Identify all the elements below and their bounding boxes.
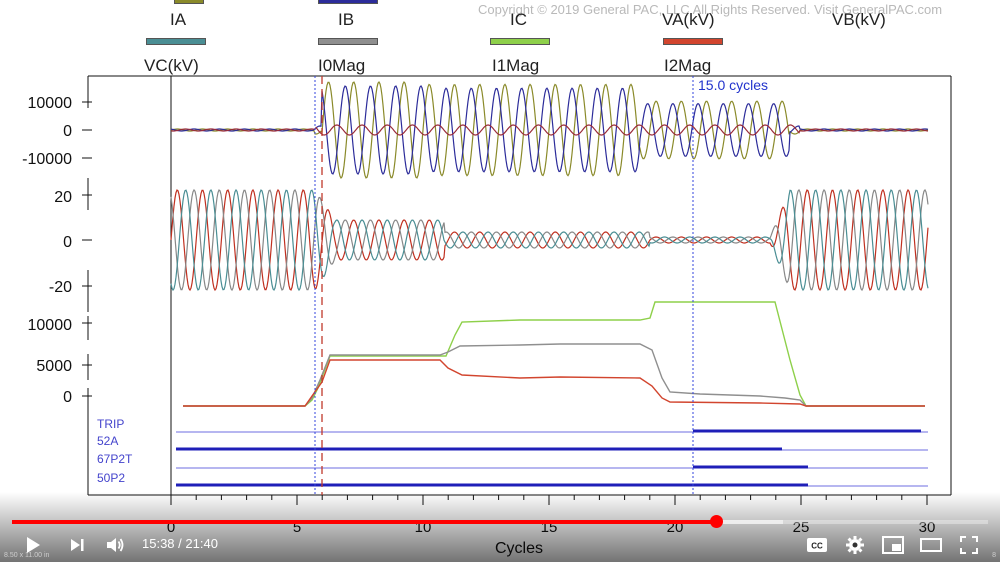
oscillography-plot: 10000 0 -10000 20 0 -20 10000 5000 0 15.…	[22, 75, 952, 557]
digital-label-52a: 52A	[97, 434, 118, 448]
miniplayer-button[interactable]	[880, 532, 906, 558]
digital-label-50p2: 50P2	[97, 471, 125, 485]
y-tick-sequence-zero: 0	[63, 389, 72, 406]
y-tick-currents-bottom: -10000	[22, 151, 72, 168]
volume-button[interactable]	[102, 532, 128, 558]
skip-next-icon	[71, 539, 84, 551]
progress-bar[interactable]	[12, 515, 988, 528]
x-axis-label: Cycles	[495, 540, 543, 557]
video-frame[interactable]: Copyright © 2019 General PAC, LLC All Ri…	[0, 0, 1000, 562]
digital-label-trip: TRIP	[97, 417, 124, 431]
settings-button[interactable]	[842, 532, 868, 558]
current-time: 15:38	[142, 536, 175, 551]
y-tick-currents-zero: 0	[63, 123, 72, 140]
theater-mode-icon	[920, 538, 942, 552]
duration: 21:40	[185, 536, 218, 551]
theater-mode-button[interactable]	[918, 532, 944, 558]
captions-button[interactable]: CC	[804, 532, 830, 558]
cursor-cycles-label: 15.0 cycles	[698, 77, 768, 93]
y-tick-voltages-top: 20	[54, 189, 72, 206]
y-tick-currents-top: 10000	[28, 95, 73, 112]
next-button[interactable]	[64, 532, 90, 558]
y-tick-sequence-top: 10000	[28, 317, 73, 334]
waveform-i2mag	[183, 359, 925, 407]
y-tick-voltages-zero: 0	[63, 234, 72, 251]
gear-icon	[846, 536, 864, 554]
page-size-caption: 8.50 x 11.00 in	[4, 552, 50, 559]
y-tick-sequence-mid: 5000	[36, 358, 72, 375]
volume-icon	[107, 538, 124, 552]
miniplayer-icon	[882, 536, 904, 554]
time-display: 15:38 / 21:40	[142, 536, 218, 551]
progress-played	[12, 520, 717, 524]
digital-label-67p2t: 67P2T	[97, 452, 133, 466]
fullscreen-button[interactable]	[956, 532, 982, 558]
closed-captions-icon: CC	[807, 538, 827, 552]
waveform-i0mag	[183, 343, 925, 407]
page-number-caption: 8	[992, 552, 996, 559]
svg-text:CC: CC	[811, 542, 823, 551]
fullscreen-icon	[960, 536, 978, 554]
waveform-i1mag	[183, 301, 925, 407]
y-tick-voltages-bottom: -20	[49, 279, 72, 296]
